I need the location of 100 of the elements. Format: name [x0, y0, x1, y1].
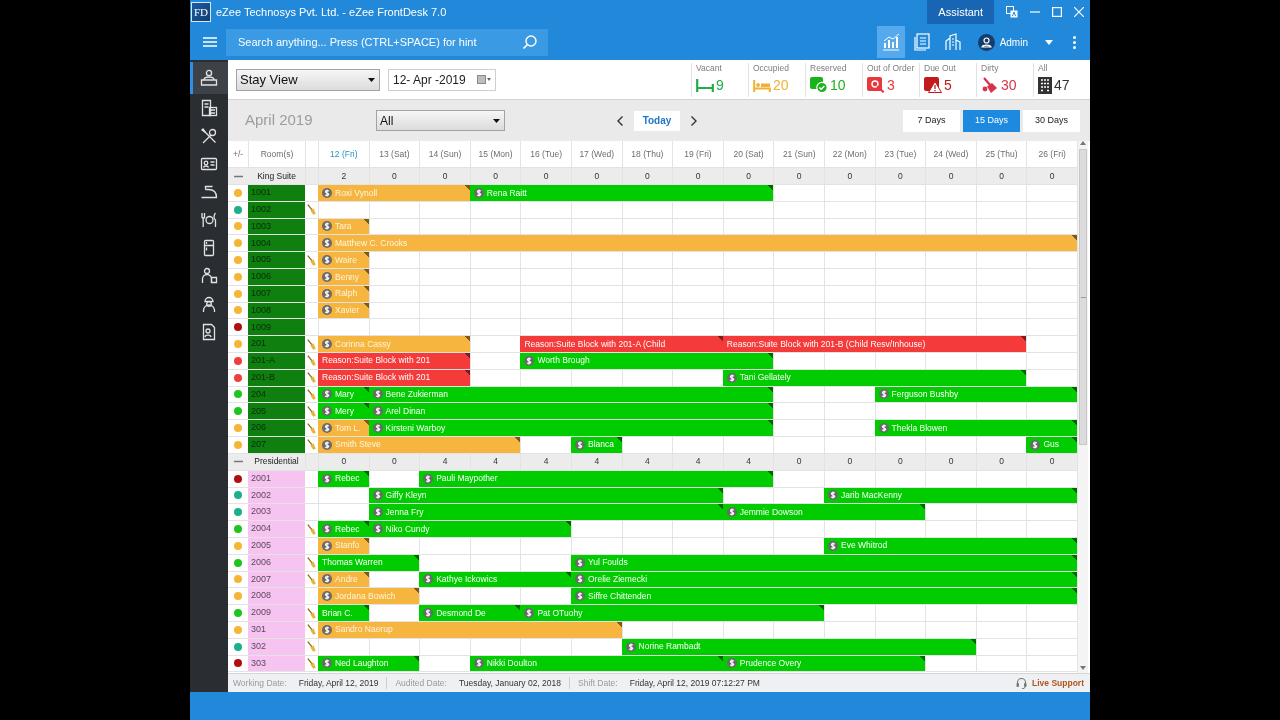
reservation-bar[interactable]: Jemmie Dowson: [722, 504, 926, 521]
room-number[interactable]: 2008: [248, 588, 305, 605]
status-label: Vacant: [696, 62, 723, 74]
close-icon[interactable]: [1074, 7, 1084, 17]
assistant-button[interactable]: Assistant: [927, 0, 994, 24]
reservation-bar[interactable]: Tom L.: [318, 420, 369, 436]
availability-count: 0: [672, 168, 723, 184]
day-header: 26 (Fri): [1026, 141, 1077, 167]
invoice-icon: [200, 99, 218, 117]
availability-count: 0: [722, 168, 774, 184]
status-count: 3: [887, 76, 895, 93]
status-count: 30: [1001, 76, 1017, 93]
id-card-icon: [200, 155, 218, 173]
availability-count: 0: [469, 168, 521, 184]
menu-icon[interactable]: [203, 37, 217, 47]
room-type-dropdown[interactable]: All: [376, 110, 505, 131]
status-value: Tuesday, January 02, 2018: [458, 676, 561, 690]
reservation-bar[interactable]: Jordana Bowich: [318, 588, 420, 605]
room-number[interactable]: 1004: [248, 235, 305, 252]
day-header: 18 (Thu): [621, 141, 673, 167]
column-header: Room(s): [248, 141, 305, 167]
live-support-link[interactable]: Live Support: [1016, 676, 1084, 690]
scrollbar-thumb[interactable]: [1079, 149, 1087, 445]
hotel-icon: [943, 33, 962, 51]
reservation-bar[interactable]: Arel Dinan: [368, 403, 774, 420]
worker-icon: [200, 295, 218, 313]
reservation-bar[interactable]: Reason:Suite Block with 201-A (Child: [520, 336, 723, 352]
room-number[interactable]: 2004: [248, 521, 305, 537]
reservation-bar[interactable]: Mery: [318, 403, 369, 420]
reservation-bar[interactable]: Reason:Suite Block with 201-B (Child Resv/Inhouse): [722, 336, 1027, 352]
day-header: 20 (Sat): [722, 141, 774, 167]
reservation-bar[interactable]: Rena Raitt: [469, 185, 774, 201]
availability-count: 0: [824, 168, 875, 184]
availability-count: 4: [672, 453, 723, 470]
reservation-bar[interactable]: Niko Cundy: [368, 521, 571, 537]
caret-icon: [368, 77, 375, 82]
availability-count: 4: [621, 453, 673, 470]
availability-count: 0: [368, 453, 420, 470]
room-number[interactable]: 2003: [248, 504, 305, 521]
reservation-bar[interactable]: Brian C.: [318, 605, 369, 621]
day-header: 17 (Wed): [571, 141, 622, 167]
availability-count: 4: [571, 453, 622, 470]
availability-count: 4: [520, 453, 571, 470]
maximize-icon[interactable]: [1052, 7, 1062, 17]
collapse-icon[interactable]: [233, 460, 243, 464]
status-value: Friday, April 12, 2019: [298, 676, 379, 690]
availability-count: 0: [773, 453, 824, 470]
date-field[interactable]: 12- Apr -2019: [388, 68, 496, 91]
search-field[interactable]: Search anything... Press (CTRL+SPACE) for hint: [226, 28, 548, 56]
room-number[interactable]: 205: [248, 403, 305, 420]
chart-button[interactable]: [876, 26, 905, 58]
calendar-icon[interactable]: [477, 75, 491, 84]
reservation-bar[interactable]: Corinna Cassy: [318, 336, 470, 352]
room-type-name: King Suite: [256, 169, 297, 183]
reservation-bar[interactable]: Jenna Fry: [368, 504, 723, 521]
today-button[interactable]: Today: [634, 110, 680, 131]
user-menu[interactable]: Admin: [973, 33, 1057, 51]
reservation-bar[interactable]: Thekla Blowen: [874, 420, 1077, 436]
sidebar-item[interactable]: [190, 62, 228, 94]
availability-count: 0: [925, 453, 976, 470]
range-tab[interactable]: 30 Days: [1023, 109, 1080, 132]
scroll-down-icon[interactable]: [1080, 666, 1086, 670]
room-number[interactable]: 201: [248, 336, 305, 352]
room-number[interactable]: 1009: [248, 319, 305, 336]
collapse-icon[interactable]: [233, 174, 243, 178]
reservation-bar[interactable]: Matthew C. Crooks: [318, 235, 1077, 252]
range-tab[interactable]: 15 Days: [963, 109, 1020, 132]
status-label: Dirty: [981, 62, 1000, 74]
reservation-bar[interactable]: Kirsteni Warboy: [368, 420, 774, 436]
status-label: Shift Date:: [578, 676, 618, 690]
availability-count: 0: [571, 168, 622, 184]
range-tab[interactable]: 7 Days: [903, 109, 960, 132]
room-number[interactable]: 206: [248, 420, 305, 436]
reservation-bar[interactable]: Roxi Vynoll: [318, 185, 470, 201]
status-count: 10: [830, 76, 846, 93]
reservation-bar[interactable]: Pat OTuohy: [520, 605, 824, 621]
reservation-bar[interactable]: Rebec: [318, 521, 369, 537]
reservation-bar[interactable]: Desmond De: [419, 605, 521, 621]
day-header: 24 (Wed): [925, 141, 976, 167]
room-number[interactable]: 1005: [248, 252, 305, 268]
vertical-scrollbar[interactable]: [1077, 141, 1088, 673]
room-number[interactable]: 2009: [248, 605, 305, 621]
reservation-bar[interactable]: Siffre Chittenden: [571, 588, 1077, 605]
chevron-left-icon: [617, 115, 623, 126]
month-label: April 2019: [245, 110, 314, 131]
availability-count: 0: [925, 168, 976, 184]
status-label: Out of Order: [867, 62, 916, 74]
translate-icon[interactable]: [1006, 6, 1018, 18]
availability-count: 4: [419, 453, 470, 470]
view-dropdown[interactable]: Stay View: [236, 68, 380, 91]
room-number[interactable]: 1001: [248, 185, 305, 201]
caret-icon: [1045, 39, 1053, 45]
day-header: 12 (Fri): [318, 141, 369, 167]
more-icon[interactable]: [1073, 35, 1076, 49]
status-label: Reserved: [810, 62, 848, 74]
reservation-bar[interactable]: Waire: [318, 252, 369, 268]
search-icon[interactable]: [523, 34, 537, 49]
availability-count: 0: [1026, 453, 1077, 470]
tools-icon: [200, 127, 218, 145]
guest-file-icon: [200, 323, 218, 341]
